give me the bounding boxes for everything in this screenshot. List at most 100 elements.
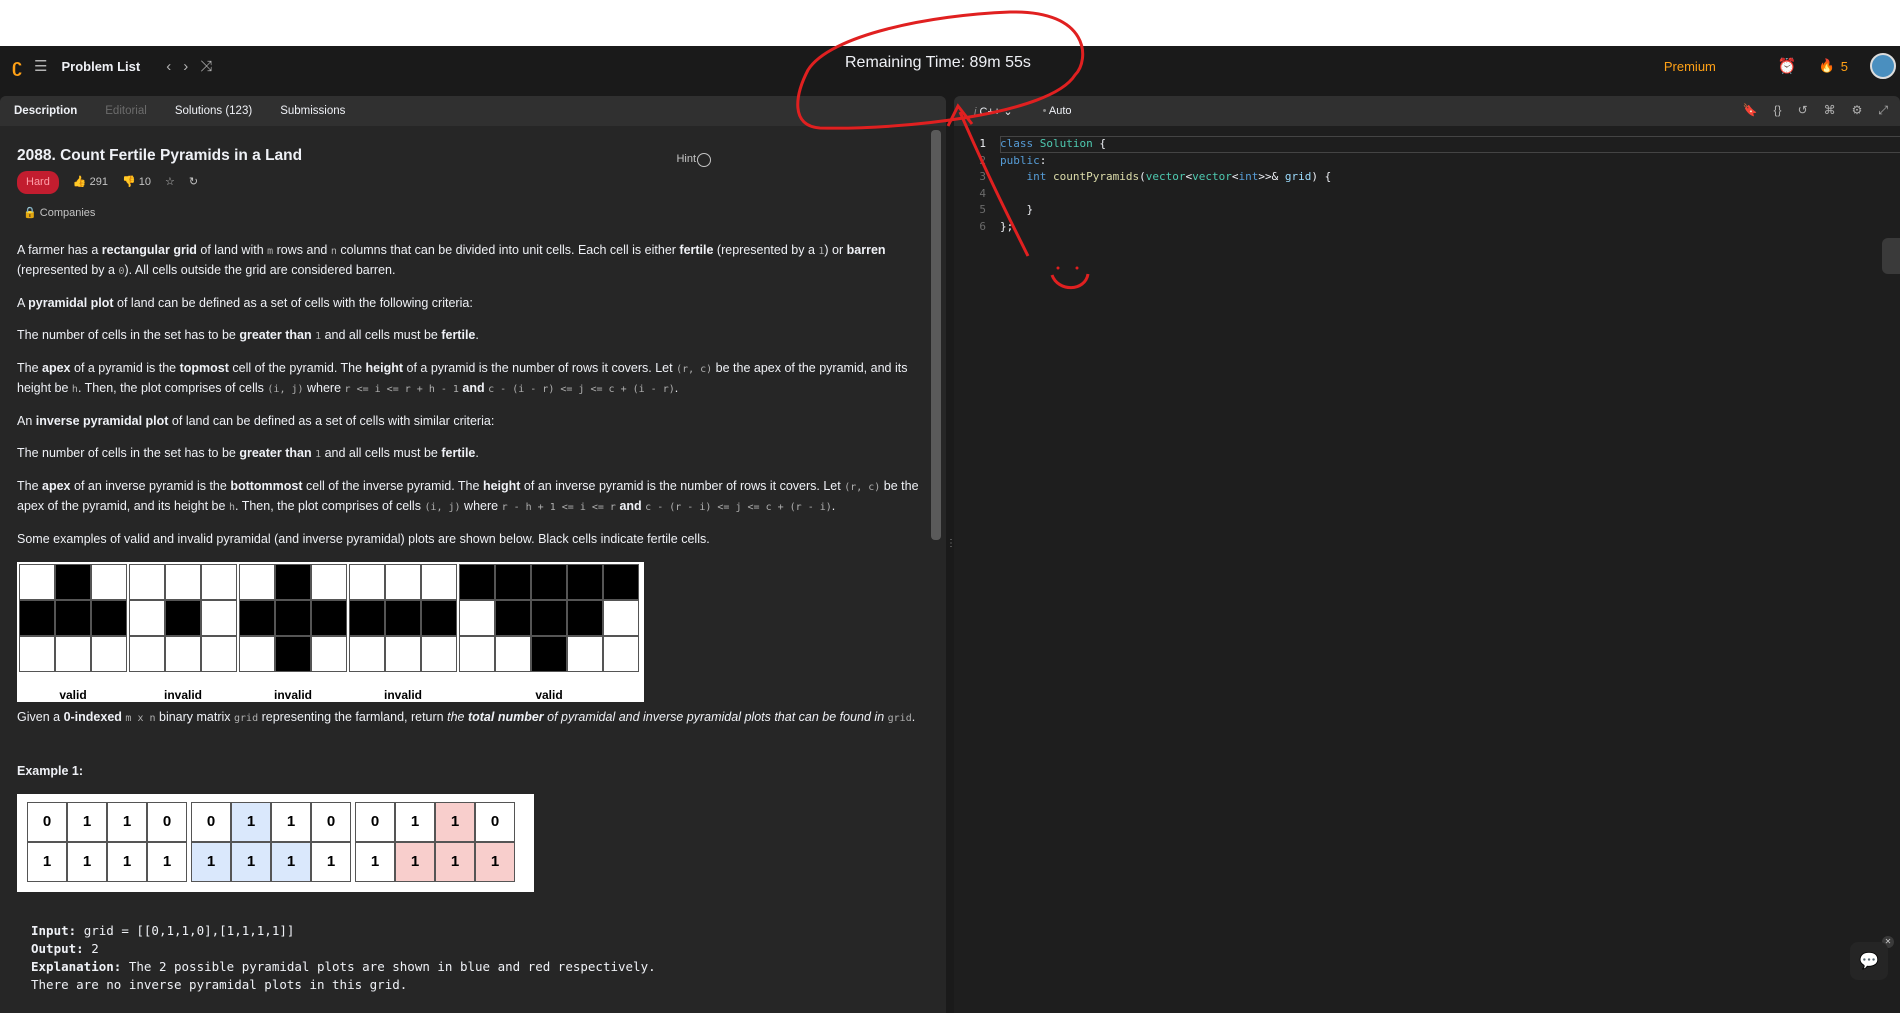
grid-cell [19,600,55,636]
grid-cell [349,636,385,672]
problem-title[interactable]: 2088. Count Fertile Pyramids in a Land [17,146,929,165]
remaining-time: Remaining Time: 89m 55s [845,54,1031,71]
description-panel: Description Editorial Solutions (123) Su… [0,96,946,1013]
tab-solutions[interactable]: Solutions (123) [175,105,252,117]
list-icon[interactable]: ☰ [34,57,47,75]
bookmark-icon[interactable]: 🔖 [1743,103,1758,118]
next-problem-icon[interactable]: › [183,58,188,75]
example-cell: 1 [271,802,311,842]
premium-link[interactable]: Premium [1664,59,1716,74]
grid-cell [239,600,275,636]
input-label: Input: [31,923,77,938]
settings-gear-icon[interactable]: ⚙ [1852,103,1863,118]
grid-cell [275,564,311,600]
problem-list-link[interactable]: Problem List [61,59,140,74]
grid-cell [91,636,127,672]
grid-cell [239,636,275,672]
prev-problem-icon[interactable]: ‹ [166,58,171,75]
like-count: 291 [89,176,108,188]
companies-tag[interactable]: 🔒 Companies [23,204,929,223]
pyramid-examples-figure: valid invalid invalid invalid valid [17,562,644,702]
auto-mode-toggle[interactable]: • Auto [1043,105,1072,117]
example-cell: 1 [107,842,147,882]
explanation-label: Explanation: [31,959,122,974]
share-icon[interactable]: ↻ [189,173,198,192]
grid-cell [567,600,603,636]
example-cell: 1 [311,842,351,882]
grid-cell [275,636,311,672]
more-options-icon[interactable] [697,153,711,167]
grid-cell [55,564,91,600]
grid-cell [201,636,237,672]
leetcode-logo-icon[interactable]: ʗ [12,56,22,77]
line-number: 4 [979,186,986,200]
example-cell: 1 [147,842,187,882]
grid-cell [19,636,55,672]
grid-cell [55,636,91,672]
side-panel-tab[interactable] [1882,238,1900,274]
browser-top-area [0,0,1900,46]
grid-cell [55,600,91,636]
example-heading: Example 1: [17,764,84,778]
description-scrollbar[interactable] [931,130,941,540]
expand-icon[interactable]: ⤢ [1878,103,1888,118]
grid-cell [495,600,531,636]
grid-cell [385,636,421,672]
explanation-text: The 2 possible pyramidal plots are shown… [128,959,656,974]
grid-cell [201,600,237,636]
hint-button[interactable]: Hint [676,153,696,165]
chevron-down-icon: ⌄ [1003,105,1013,118]
grid-cell [421,600,457,636]
chat-icon: 💬 [1859,953,1879,970]
example-cell: 1 [67,842,107,882]
fire-icon: 🔥 [1818,58,1835,73]
code-area[interactable]: 1 class Solution { 2 public: 3 int countPy… [954,136,1331,235]
grid-cell [531,636,567,672]
star-icon[interactable]: ☆ [165,173,175,192]
grid-cell [603,600,639,636]
difficulty-badge: Hard [17,171,59,194]
explanation-more: There are no inverse pyramidal plots in … [31,977,408,992]
like-button[interactable]: 👍 291 [73,173,108,192]
tab-description[interactable]: Description [14,105,77,117]
shuffle-icon[interactable]: ⤨ [200,58,212,75]
tab-editorial[interactable]: Editorial [105,105,147,117]
dislike-count: 10 [138,176,151,188]
example-cell: 1 [395,842,435,882]
example-cell: 1 [27,842,67,882]
grid-cell [459,600,495,636]
grid-cell [385,564,421,600]
problem-statement: A farmer has a rectangular grid of land … [17,243,919,546]
grid-cell [567,564,603,600]
line-number: 5 [979,203,986,216]
example-cell: 1 [475,842,515,882]
streak-count: 5 [1840,58,1848,74]
example-cell: 1 [435,842,475,882]
avatar[interactable] [1870,53,1896,79]
grid-cell [495,636,531,672]
braces-icon[interactable]: {} [1774,103,1782,118]
info-icon: i [974,105,977,118]
code-editor-panel: i C++ ⌄ • Auto 🔖 {} ↺ ⌘ ⚙ ⤢ 1 class Solut… [954,96,1900,1013]
reset-icon[interactable]: ↺ [1798,103,1808,118]
example-cell: 1 [395,802,435,842]
dislike-button[interactable]: 👎 10 [122,173,151,192]
grid-cell [201,564,237,600]
example-cell: 1 [191,842,231,882]
chat-help-button[interactable]: 💬 [1850,942,1888,980]
language-selector[interactable]: i C++ ⌄ [974,105,1013,118]
grid-cell [129,600,165,636]
output-label: Output: [31,941,84,956]
example-cell: 1 [107,802,147,842]
example-cell: 1 [67,802,107,842]
grid-cell [421,564,457,600]
panel-splitter[interactable]: ⋮ [946,96,956,1013]
grid-cell [349,564,385,600]
streak-counter[interactable]: 🔥 5 [1819,58,1848,74]
grid-cell [603,636,639,672]
command-icon[interactable]: ⌘ [1824,103,1836,118]
output-value: 2 [91,941,99,956]
alarm-clock-icon[interactable]: ⏰ [1778,57,1797,75]
tab-submissions[interactable]: Submissions [280,105,345,117]
example-1-figure: 011011110110111101101111 [17,794,534,892]
